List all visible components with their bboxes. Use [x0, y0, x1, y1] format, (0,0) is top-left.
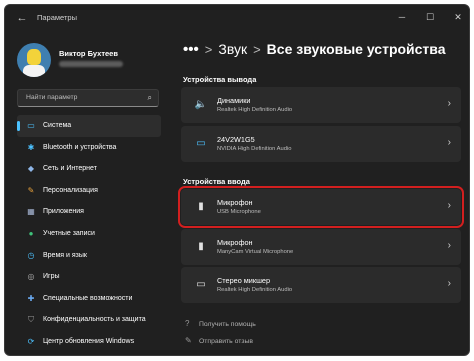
speaker-icon: 🔈	[194, 99, 208, 110]
sidebar-item-label: Приложения	[43, 208, 84, 216]
chevron-right-icon: ›	[447, 137, 451, 148]
breadcrumb-separator: >	[204, 42, 213, 57]
minimize-button[interactable]: ─	[391, 10, 413, 24]
search-icon[interactable]: ⌕	[148, 93, 152, 103]
sidebar-item-label: Персонализация	[43, 186, 98, 194]
title-bar: ← Параметры ─ ☐ ✕	[5, 5, 469, 31]
output-section-title: Устройства вывода	[183, 75, 257, 84]
chevron-right-icon: ›	[447, 200, 451, 211]
sidebar-item-label: Центр обновления Windows	[43, 337, 135, 345]
breadcrumb-separator: >	[253, 42, 261, 57]
device-name: Стерео микшер	[217, 276, 271, 285]
sidebar-item-time-language[interactable]: ◷ Время и язык	[17, 245, 161, 267]
chevron-right-icon: ›	[447, 98, 451, 109]
device-name: Микрофон	[217, 238, 253, 247]
system-icon: ▭	[27, 121, 35, 130]
microphone-icon: ▮	[198, 241, 204, 252]
device-driver: Realtek High Definition Audio	[217, 107, 293, 113]
avatar-head	[27, 49, 41, 65]
update-icon: ⟳	[27, 336, 35, 346]
device-driver: USB Microphone	[217, 209, 261, 215]
sidebar-item-label: Сеть и Интернет	[43, 165, 97, 173]
sidebar-item-apps[interactable]: ▦ Приложения	[17, 201, 161, 223]
send-feedback-label: Отправить отзыв	[199, 338, 253, 345]
monitor-icon: ▭	[196, 138, 206, 149]
chevron-right-icon: ›	[447, 278, 451, 289]
sidebar-item-label: Учетные записи	[43, 229, 95, 237]
account-icon: ●	[28, 228, 34, 238]
brush-icon: ✎	[27, 185, 35, 195]
sidebar-item-label: Конфиденциальность и защита	[43, 316, 146, 324]
user-name: Виктор Бухтеев	[59, 49, 118, 58]
sidebar-item-label: Система	[43, 122, 72, 129]
sidebar-item-label: Bluetooth и устройства	[43, 143, 117, 151]
avatar-shirt	[23, 65, 45, 77]
network-icon: ◆	[27, 164, 35, 174]
apps-icon: ▦	[27, 207, 35, 217]
breadcrumb-more-icon[interactable]: •••	[183, 41, 199, 58]
main-content: ••• > Звук > Все звуковые устройства Устройс…	[173, 31, 469, 355]
input-device-usb-microphone[interactable]: ▮ Микрофон USB Microphone ›	[178, 186, 464, 228]
device-driver: NVIDIA High Definition Audio	[217, 146, 292, 152]
output-device-speakers[interactable]: 🔈 Динамики Realtek High Definition Audio…	[181, 87, 461, 123]
bluetooth-icon: ✱	[27, 142, 35, 152]
sidebar-item-privacy[interactable]: ⛉ Конфиденциальность и защита	[17, 309, 161, 331]
sidebar-item-bluetooth[interactable]: ✱ Bluetooth и устройства	[17, 137, 161, 159]
shield-icon: ⛉	[28, 315, 34, 325]
close-button[interactable]: ✕	[447, 10, 469, 24]
user-email-blurred	[59, 61, 123, 67]
search-input[interactable]: Найти параметр ⌕	[17, 89, 159, 107]
sidebar-item-windows-update[interactable]: ⟳ Центр обновления Windows	[17, 331, 161, 353]
stereo-mix-icon: ▭	[196, 279, 206, 290]
feedback-icon: ✎	[185, 336, 192, 345]
sidebar-item-label: Время и язык	[43, 251, 87, 259]
input-device-manycam-microphone[interactable]: ▮ Микрофон ManyCam Virtual Microphone ›	[181, 229, 461, 265]
send-feedback-link[interactable]: ✎ Отправить отзыв	[185, 336, 253, 345]
accessibility-icon: ✚	[27, 293, 35, 303]
sidebar-item-label: Специальные возможности	[43, 294, 133, 302]
maximize-button[interactable]: ☐	[419, 10, 441, 24]
breadcrumb: ••• > Звук > Все звуковые устройства	[183, 41, 446, 63]
back-arrow-icon[interactable]: ←	[15, 11, 29, 25]
sidebar-item-gaming[interactable]: ◎ Игры	[17, 266, 161, 288]
clock-icon: ◷	[27, 250, 35, 260]
device-name: Микрофон	[217, 198, 253, 207]
device-name: 24V2W1G5	[217, 135, 255, 144]
app-title: Параметры	[37, 13, 77, 22]
device-name: Динамики	[217, 96, 251, 105]
breadcrumb-sound[interactable]: Звук	[218, 41, 247, 57]
sidebar-item-accessibility[interactable]: ✚ Специальные возможности	[17, 288, 161, 310]
sidebar-item-label: Игры	[43, 273, 60, 281]
sidebar-item-personalization[interactable]: ✎ Персонализация	[17, 180, 161, 202]
device-driver: Realtek High Definition Audio	[217, 287, 293, 293]
output-device-monitor[interactable]: ▭ 24V2W1G5 NVIDIA High Definition Audio …	[181, 126, 461, 162]
settings-window: ← Параметры ─ ☐ ✕ Виктор Бухтеев Найти п…	[4, 4, 470, 356]
chevron-right-icon: ›	[447, 240, 451, 251]
sidebar-item-accounts[interactable]: ● Учетные записи	[17, 223, 161, 245]
sidebar-item-network[interactable]: ◆ Сеть и Интернет	[17, 158, 161, 180]
get-help-label: Получить помощь	[199, 321, 256, 328]
sidebar-item-system[interactable]: ▭ Система	[17, 115, 161, 137]
device-driver: ManyCam Virtual Microphone	[217, 249, 294, 255]
input-section-title: Устройства ввода	[183, 177, 250, 186]
avatar[interactable]	[17, 43, 51, 77]
get-help-link[interactable]: ? Получить помощь	[185, 319, 256, 328]
gamepad-icon: ◎	[27, 272, 35, 282]
input-device-stereo-mix[interactable]: ▭ Стерео микшер Realtek High Definition …	[181, 267, 461, 303]
sidebar-nav: ▭ Система ✱ Bluetooth и устройства ◆ Сеть и…	[17, 115, 161, 353]
page-title: Все звуковые устройства	[266, 41, 446, 57]
help-icon: ?	[185, 319, 190, 328]
microphone-icon: ▮	[198, 201, 204, 212]
search-placeholder: Найти параметр	[26, 94, 78, 101]
sidebar: Виктор Бухтеев Найти параметр ⌕ ▭ Система…	[5, 31, 169, 355]
